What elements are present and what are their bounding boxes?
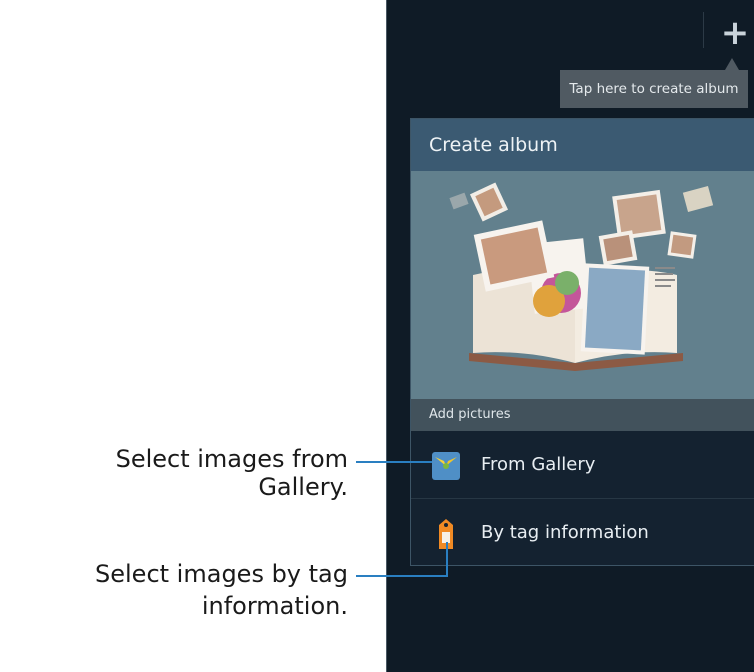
open-book	[469, 220, 683, 371]
tag-callout-line1: Select images by tag	[95, 560, 348, 588]
gallery-icon	[432, 452, 460, 480]
by-tag-label: By tag information	[481, 522, 649, 543]
tag-leader-vertical	[446, 542, 448, 577]
from-gallery-label: From Gallery	[481, 454, 596, 475]
gallery-leader-line	[356, 461, 432, 463]
toolbar-divider	[703, 12, 704, 48]
album-illustration-art	[449, 182, 714, 371]
tooltip-arrow	[725, 58, 739, 70]
create-album-tooltip: Tap here to create album	[560, 70, 748, 108]
tag-callout-line2: information.	[201, 592, 348, 620]
gallery-callout: Select images from Gallery.	[115, 445, 348, 501]
by-tag-option[interactable]: By tag information	[411, 499, 754, 565]
create-album-dialog: Create album Add pictures From Gallery B…	[410, 118, 754, 566]
tag-leader-horizontal	[356, 575, 448, 577]
plus-icon[interactable]: +	[720, 16, 750, 50]
section-label: Add pictures	[411, 399, 754, 431]
from-gallery-option[interactable]: From Gallery	[411, 431, 754, 499]
dialog-title: Create album	[411, 119, 754, 171]
album-illustration	[411, 171, 754, 399]
